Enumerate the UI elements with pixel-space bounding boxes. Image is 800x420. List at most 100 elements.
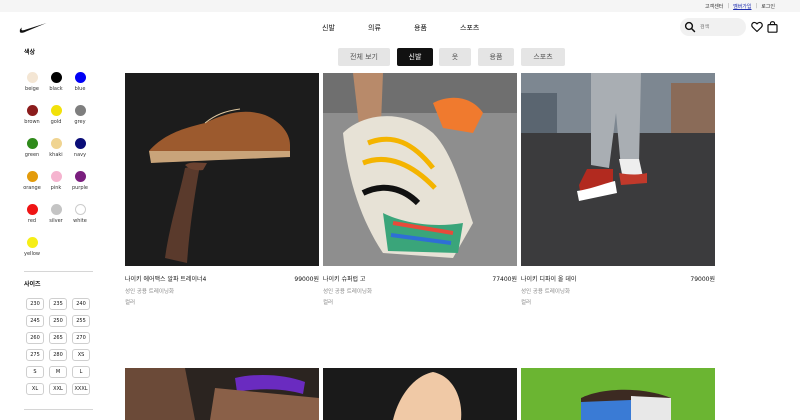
color-label: silver xyxy=(49,218,63,224)
login-link[interactable]: 로그인 xyxy=(758,3,778,10)
signup-link[interactable]: 멤버가입 xyxy=(730,3,754,10)
size-filter-title: 사이즈 xyxy=(24,281,41,288)
product-image[interactable] xyxy=(521,73,715,266)
color-label: beige xyxy=(25,86,39,92)
search-box[interactable] xyxy=(680,18,746,36)
color-swatch-yellow[interactable]: yellow xyxy=(21,237,43,257)
utility-bar: 고객센터 | 멤버가입 | 로그인 xyxy=(0,0,800,12)
product-color-count: 컬러 xyxy=(521,300,532,306)
color-dot[interactable] xyxy=(74,138,86,149)
color-swatch-beige[interactable]: beige xyxy=(21,72,43,92)
color-dot[interactable] xyxy=(50,171,62,182)
size-button[interactable]: L xyxy=(72,366,90,378)
tab-clothing[interactable]: 옷 xyxy=(439,48,471,66)
size-button[interactable]: 235 xyxy=(49,298,67,310)
color-label: black xyxy=(49,86,63,92)
product-color-count: 컬러 xyxy=(125,300,136,306)
color-dot[interactable] xyxy=(74,105,86,116)
size-button[interactable]: 230 xyxy=(26,298,44,310)
color-label: gold xyxy=(50,119,62,125)
tab-shoes[interactable]: 신발 xyxy=(397,48,433,66)
divider xyxy=(24,271,93,272)
color-dot[interactable] xyxy=(74,171,86,182)
size-button[interactable]: 275 xyxy=(26,349,44,361)
color-dot[interactable] xyxy=(26,105,38,116)
color-swatch-white[interactable]: white xyxy=(69,204,91,224)
size-button[interactable]: 260 xyxy=(26,332,44,344)
color-swatch-blue[interactable]: blue xyxy=(69,72,91,92)
color-swatch-silver[interactable]: silver xyxy=(45,204,67,224)
search-icon xyxy=(684,21,696,33)
color-swatch-pink[interactable]: pink xyxy=(45,171,67,191)
color-swatch-red[interactable]: red xyxy=(21,204,43,224)
product-card[interactable]: 나이키 슈퍼럽 고 77400원 성인 공용 트레이닝화 컬러 xyxy=(323,73,517,306)
tab-sports[interactable]: 스포츠 xyxy=(521,48,565,66)
size-button[interactable]: 255 xyxy=(72,315,90,327)
color-swatch-navy[interactable]: navy xyxy=(69,138,91,158)
size-button[interactable]: S xyxy=(26,366,44,378)
color-swatch-black[interactable]: black xyxy=(45,72,67,92)
size-button[interactable]: 250 xyxy=(49,315,67,327)
tab-gear[interactable]: 용품 xyxy=(478,48,514,66)
product-image[interactable] xyxy=(323,368,517,420)
color-label: green xyxy=(24,152,40,158)
nav-item-clothing[interactable]: 의류 xyxy=(368,23,381,33)
color-label: pink xyxy=(50,185,62,191)
color-dot[interactable] xyxy=(26,204,38,215)
nav-item-gear[interactable]: 용품 xyxy=(414,23,427,33)
product-price: 77400원 xyxy=(492,276,517,283)
size-button[interactable]: M xyxy=(49,366,67,378)
color-swatch-gold[interactable]: gold xyxy=(45,105,67,125)
color-dot[interactable] xyxy=(50,105,62,116)
color-dot[interactable] xyxy=(74,204,86,215)
nav-item-shoes[interactable]: 신발 xyxy=(322,23,335,33)
color-dot[interactable] xyxy=(50,204,62,215)
color-swatch-grey[interactable]: grey xyxy=(69,105,91,125)
product-price: 79000원 xyxy=(690,276,715,283)
header: 신발 의류 용품 스포츠 xyxy=(0,12,800,44)
color-swatch-khaki[interactable]: khaki xyxy=(45,138,67,158)
divider xyxy=(24,409,93,410)
color-swatch-green[interactable]: green xyxy=(21,138,43,158)
product-name[interactable]: 나이키 디파이 올 데이 xyxy=(521,274,576,283)
color-swatch-orange[interactable]: orange xyxy=(21,171,43,191)
size-button[interactable]: 280 xyxy=(49,349,67,361)
nav-item-sports[interactable]: 스포츠 xyxy=(460,23,479,33)
color-dot[interactable] xyxy=(50,138,62,149)
search-input[interactable] xyxy=(700,24,740,30)
color-label: blue xyxy=(74,86,86,92)
product-card[interactable]: 나이키 디파이 올 데이 79000원 성인 공용 트레이닝화 컬러 xyxy=(521,73,715,306)
color-dot[interactable] xyxy=(26,171,38,182)
color-label: navy xyxy=(73,152,87,158)
size-button[interactable]: 270 xyxy=(72,332,90,344)
customer-center-link[interactable]: 고객센터 xyxy=(702,3,726,10)
color-dot[interactable] xyxy=(74,72,86,83)
color-label: yellow xyxy=(24,251,40,257)
size-button[interactable]: XXL xyxy=(49,383,67,395)
color-dot[interactable] xyxy=(26,237,38,248)
color-dot[interactable] xyxy=(26,72,38,83)
shopping-bag-icon[interactable] xyxy=(767,21,778,33)
color-swatch-brown[interactable]: brown xyxy=(21,105,43,125)
product-image[interactable] xyxy=(125,368,319,420)
color-swatch-purple[interactable]: purple xyxy=(69,171,91,191)
tab-all[interactable]: 전체 보기 xyxy=(338,48,390,66)
heart-icon[interactable] xyxy=(751,21,763,33)
product-name[interactable]: 나이키 에어맥스 알파 트레이너4 xyxy=(125,274,206,283)
product-name[interactable]: 나이키 슈퍼럽 고 xyxy=(323,274,365,283)
color-dot[interactable] xyxy=(26,138,38,149)
size-button[interactable]: XS xyxy=(72,349,90,361)
product-category: 성인 공용 트레이닝화 xyxy=(125,289,175,295)
size-button[interactable]: 265 xyxy=(49,332,67,344)
color-dot[interactable] xyxy=(50,72,62,83)
size-button[interactable]: 245 xyxy=(26,315,44,327)
color-label: orange xyxy=(23,185,41,191)
product-card[interactable]: 나이키 에어맥스 알파 트레이너4 99000원 성인 공용 트레이닝화 컬러 xyxy=(125,73,319,306)
size-button[interactable]: XL xyxy=(26,383,44,395)
product-image[interactable] xyxy=(125,73,319,266)
size-button[interactable]: XXXL xyxy=(72,383,90,395)
product-image[interactable] xyxy=(323,73,517,266)
product-image[interactable] xyxy=(521,368,715,420)
color-label: purple xyxy=(71,185,89,191)
size-button[interactable]: 240 xyxy=(72,298,90,310)
